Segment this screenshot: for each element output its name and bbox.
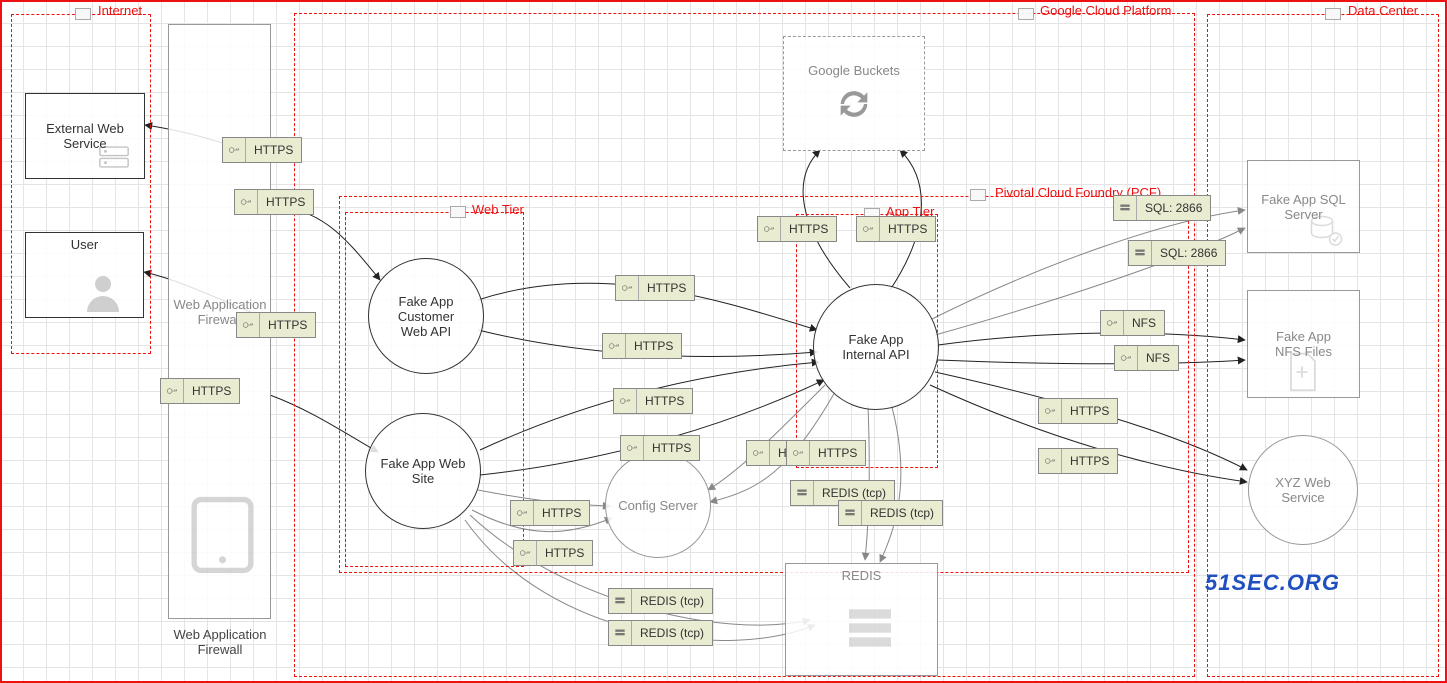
proto-nfs: NFS — [1100, 310, 1165, 336]
waf-bottom-label: Web Application Firewall — [155, 627, 285, 657]
key-icon — [861, 222, 875, 236]
proto-sql: SQL: 2866 — [1113, 195, 1211, 221]
key-icon — [620, 281, 634, 295]
key-icon — [1119, 351, 1133, 365]
refresh-icon — [832, 84, 876, 124]
node-label: REDIS — [842, 568, 882, 583]
zone-tag — [970, 189, 986, 201]
node-label: XYZ Web Service — [1275, 475, 1330, 505]
zone-tag — [450, 206, 466, 218]
node-label: Fake App Customer Web API — [398, 294, 454, 339]
proto-https: HTTPS — [510, 500, 590, 526]
key-icon — [1043, 404, 1057, 418]
key-icon — [625, 441, 639, 455]
watermark: 51SEC.ORG — [1205, 570, 1340, 596]
zone-gcp-label: Google Cloud Platform — [1040, 3, 1172, 18]
db-icon — [613, 594, 627, 608]
key-icon — [1105, 316, 1119, 330]
key-icon — [241, 318, 255, 332]
proto-https: HTTPS — [856, 216, 936, 242]
key-icon — [762, 222, 776, 236]
zone-internet-label: Internet — [98, 3, 142, 18]
user-icon — [78, 268, 128, 316]
proto-nfs: NFS — [1114, 345, 1179, 371]
proto-redis: REDIS (tcp) — [608, 620, 713, 646]
db-icon — [1305, 212, 1345, 248]
zone-tag — [1325, 8, 1341, 20]
zone-tag — [75, 8, 91, 20]
db-stack-icon — [838, 600, 902, 656]
tablet-icon — [180, 480, 265, 590]
key-icon — [791, 446, 805, 460]
proto-https: HTTPS — [160, 378, 240, 404]
proto-https: HTTPS — [513, 540, 593, 566]
key-icon — [607, 339, 621, 353]
node-label: Fake App Internal API — [842, 332, 909, 362]
node-xyz-service[interactable]: XYZ Web Service — [1248, 435, 1358, 545]
proto-https: HTTPS — [222, 137, 302, 163]
node-fake-site[interactable]: Fake App Web Site — [365, 413, 481, 529]
proto-https: HTTPS — [615, 275, 695, 301]
proto-https: HTTPS — [236, 312, 316, 338]
db-icon — [843, 506, 857, 520]
proto-redis: REDIS (tcp) — [838, 500, 943, 526]
proto-https: HTTPS — [757, 216, 837, 242]
key-icon — [515, 506, 529, 520]
proto-https: HTTPS — [1038, 448, 1118, 474]
db-icon — [1133, 246, 1147, 260]
key-icon — [618, 394, 632, 408]
proto-https: HTTPS — [620, 435, 700, 461]
key-icon — [239, 195, 253, 209]
key-icon — [165, 384, 179, 398]
node-label: Fake App Web Site — [380, 456, 465, 486]
zone-datacenter-label: Data Center — [1348, 3, 1418, 18]
proto-redis: REDIS (tcp) — [608, 588, 713, 614]
db-icon — [795, 486, 809, 500]
zone-webtier-label: Web Tier — [472, 202, 524, 217]
server-icon — [92, 140, 136, 174]
db-icon — [613, 626, 627, 640]
node-customer-api[interactable]: Fake App Customer Web API — [368, 258, 484, 374]
proto-https: HTTPS — [613, 388, 693, 414]
proto-https: HTTPS — [786, 440, 866, 466]
node-google-buckets[interactable]: Google Buckets — [783, 36, 925, 151]
key-icon — [518, 546, 532, 560]
proto-https: HTTPS — [234, 189, 314, 215]
proto-sql: SQL: 2866 — [1128, 240, 1226, 266]
proto-https: HTTPS — [1038, 398, 1118, 424]
db-icon — [1118, 201, 1132, 215]
node-internal-api[interactable]: Fake App Internal API — [813, 284, 939, 410]
key-icon — [751, 446, 765, 460]
zone-tag — [1018, 8, 1034, 20]
node-config-server[interactable]: Config Server — [605, 452, 711, 558]
diagram-canvas[interactable]: Internet Google Cloud Platform Data Cent… — [0, 0, 1447, 683]
proto-https: HTTPS — [602, 333, 682, 359]
key-icon — [1043, 454, 1057, 468]
node-label: User — [71, 237, 98, 252]
node-label: Config Server — [618, 498, 697, 513]
key-icon — [227, 143, 241, 157]
file-icon — [1280, 350, 1324, 394]
node-label: Google Buckets — [808, 63, 900, 78]
